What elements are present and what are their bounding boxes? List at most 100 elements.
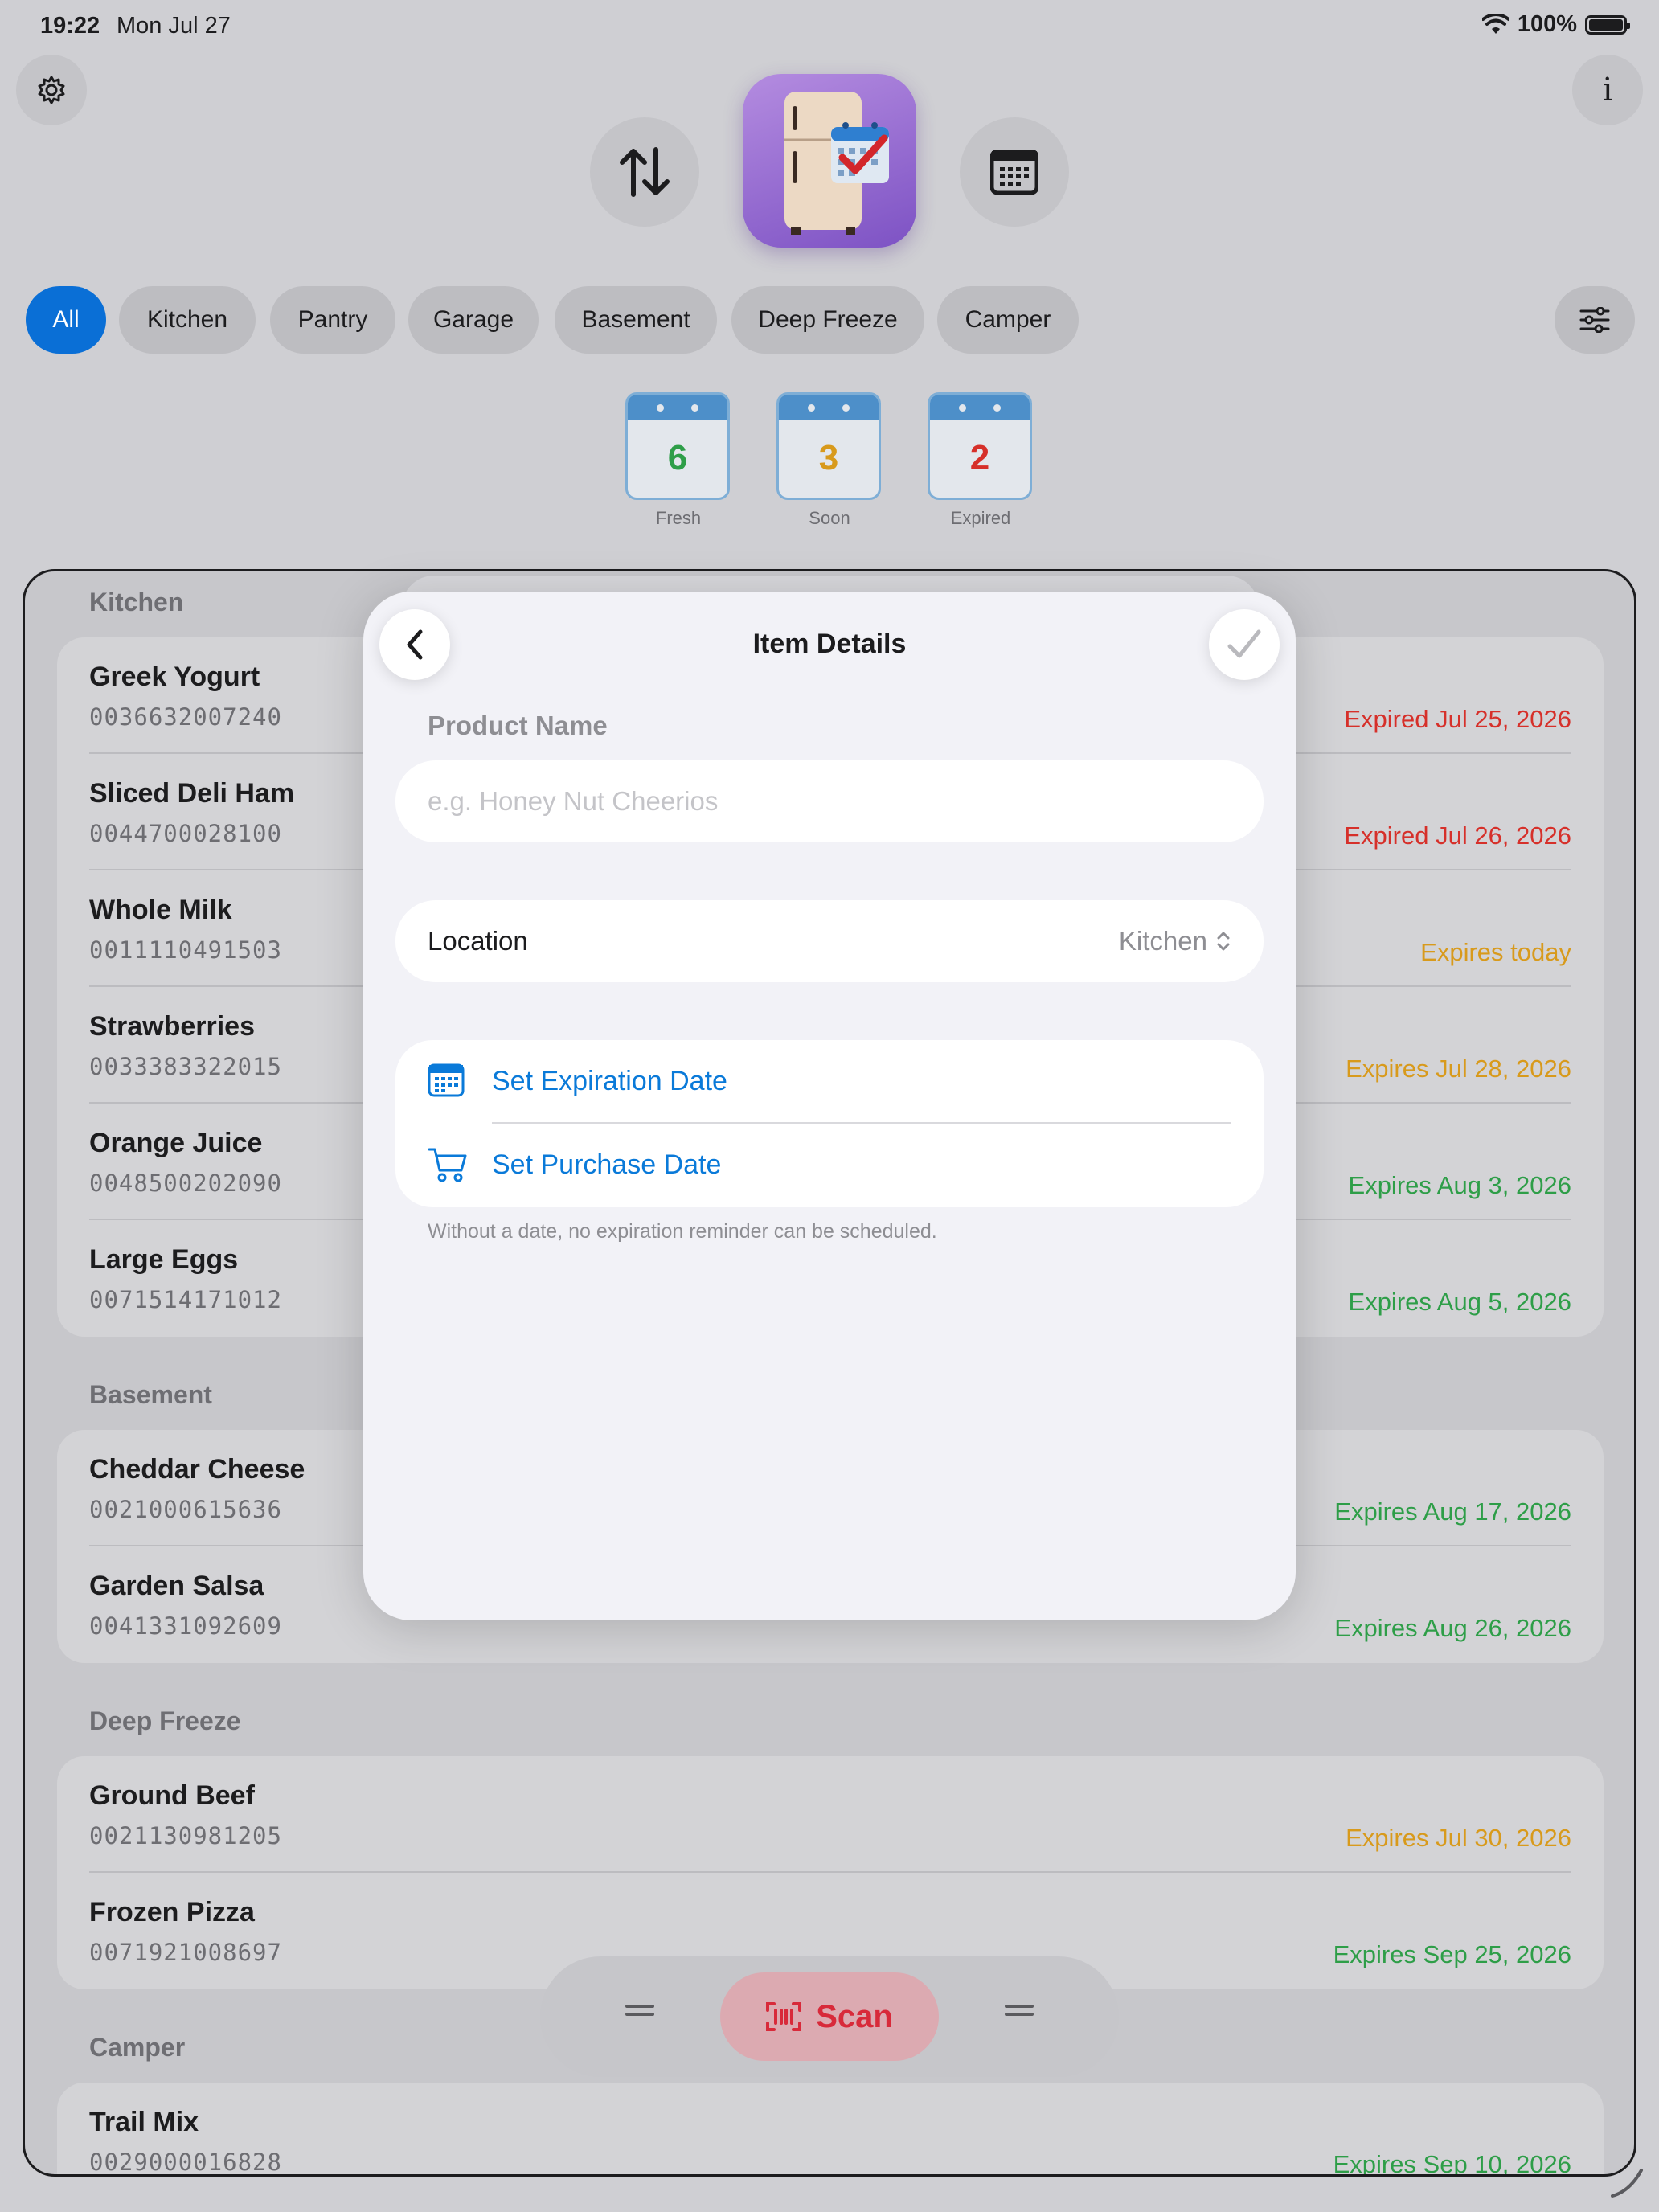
- battery-percent: 100%: [1517, 11, 1577, 37]
- item-barcode: 0071921008697: [89, 1939, 282, 1966]
- stat-fresh[interactable]: 6 Fresh: [625, 392, 731, 529]
- sort-arrows-icon: [620, 147, 670, 197]
- calendar-icon: [990, 150, 1038, 195]
- item-expiry: Expired Jul 26, 2026: [1344, 821, 1571, 850]
- item-name: Frozen Pizza: [89, 1897, 255, 1927]
- item-barcode: 0041331092609: [89, 1612, 282, 1640]
- location-label: Location: [428, 926, 528, 956]
- filter-chip-all[interactable]: All: [26, 286, 106, 354]
- item-expiry: Expires Aug 5, 2026: [1348, 1288, 1571, 1316]
- status-right: 100%: [1481, 11, 1630, 38]
- wifi-icon: [1481, 14, 1509, 34]
- fridge-calendar-icon: [784, 92, 889, 235]
- item-expiry: Expires today: [1420, 938, 1571, 966]
- item-expiry: Expired Jul 25, 2026: [1344, 705, 1571, 733]
- item-barcode: 0033383322015: [89, 1053, 282, 1080]
- cart-icon: [428, 1148, 467, 1182]
- filter-chip-basement[interactable]: Basement: [555, 286, 717, 354]
- calendar-button[interactable]: [960, 117, 1069, 227]
- left-menu-handle[interactable]: [625, 2005, 654, 2021]
- sort-button[interactable]: [590, 117, 699, 227]
- gear-icon: [38, 76, 65, 104]
- resize-handle-icon[interactable]: [1609, 2167, 1645, 2199]
- item-name: Garden Salsa: [89, 1571, 264, 1601]
- info-button[interactable]: i: [1572, 55, 1643, 125]
- info-icon: i: [1602, 72, 1613, 109]
- product-name-label: Product Name: [428, 711, 608, 740]
- set-purchase-date-row[interactable]: Set Purchase Date: [395, 1124, 1264, 1207]
- settings-button[interactable]: [16, 55, 87, 125]
- filter-chip-kitchen[interactable]: Kitchen: [119, 286, 256, 354]
- calendar-page-icon: 3: [776, 392, 881, 500]
- battery-icon: [1585, 14, 1630, 35]
- app-logo: [743, 74, 916, 248]
- item-details-sheet: Item Details Product Name Location Kitch…: [363, 592, 1296, 1620]
- section-group-camper: Trail Mix 0029000016828 Expires Sep 10, 20…: [57, 2083, 1604, 2177]
- item-name: Whole Milk: [89, 895, 232, 925]
- location-value-wrap: Kitchen: [1119, 926, 1231, 956]
- confirm-button[interactable]: [1209, 609, 1280, 680]
- stat-soon-count: 3: [818, 438, 839, 477]
- checkmark-icon: [1227, 629, 1261, 658]
- location-value: Kitchen: [1118, 926, 1207, 956]
- section-header-deep-freeze: Deep Freeze: [89, 1706, 241, 1735]
- item-expiry: Expires Jul 28, 2026: [1346, 1055, 1571, 1083]
- filter-chip-camper[interactable]: Camper: [937, 286, 1079, 354]
- section-header-kitchen: Kitchen: [89, 588, 184, 616]
- list-item[interactable]: Trail Mix 0029000016828 Expires Sep 10, 20…: [57, 2083, 1604, 2177]
- item-expiry: Expires Jul 30, 2026: [1346, 1824, 1571, 1852]
- set-purchase-label: Set Purchase Date: [492, 1149, 722, 1180]
- product-name-input[interactable]: [395, 760, 1264, 842]
- item-name: Ground Beef: [89, 1780, 255, 1811]
- section-group-deep-freeze: Ground Beef 0021130981205 Expires Jul 30, …: [57, 1756, 1604, 1989]
- section-header-camper: Camper: [89, 2033, 186, 2062]
- item-barcode: 0044700028100: [89, 820, 282, 847]
- stat-expired-count: 2: [969, 438, 990, 477]
- item-barcode: 0029000016828: [89, 2149, 282, 2176]
- calendar-icon: [428, 1063, 465, 1097]
- item-name: Cheddar Cheese: [89, 1454, 305, 1485]
- calendar-page-icon: 2: [928, 392, 1032, 500]
- filter-options-button[interactable]: [1555, 286, 1635, 354]
- calendar-page-icon: 6: [625, 392, 730, 500]
- status-date: Mon Jul 27: [117, 13, 231, 39]
- stat-expired[interactable]: 2 Expired: [928, 392, 1034, 529]
- status-bar: 19:22 Mon Jul 27 100%: [0, 0, 1659, 51]
- item-name: Sliced Deli Ham: [89, 778, 295, 809]
- product-name-field: [395, 760, 1264, 842]
- location-picker[interactable]: Location Kitchen: [395, 900, 1264, 982]
- filter-chip-deep-freeze[interactable]: Deep Freeze: [731, 286, 924, 354]
- sheet-title: Item Details: [752, 629, 907, 659]
- barcode-scan-icon: [766, 2002, 802, 2031]
- item-barcode: 0071514171012: [89, 1286, 282, 1313]
- chevron-up-down-icon: [1217, 932, 1230, 951]
- stat-soon[interactable]: 3 Soon: [776, 392, 883, 529]
- item-expiry: Expires Aug 17, 2026: [1334, 1497, 1571, 1526]
- set-expiration-label: Set Expiration Date: [492, 1066, 727, 1096]
- item-name: Orange Juice: [89, 1128, 263, 1158]
- item-expiry: Expires Sep 25, 2026: [1333, 1940, 1571, 1968]
- section-header-basement: Basement: [89, 1380, 212, 1409]
- right-menu-handle[interactable]: [1005, 2005, 1034, 2021]
- stat-expired-label: Expired: [950, 508, 1011, 528]
- scan-button[interactable]: Scan: [720, 1972, 939, 2061]
- scan-label: Scan: [816, 1998, 893, 2034]
- stat-fresh-label: Fresh: [655, 508, 702, 528]
- filter-chip-pantry[interactable]: Pantry: [270, 286, 395, 354]
- item-barcode: 0021130981205: [89, 1822, 282, 1849]
- item-name: Large Eggs: [89, 1244, 239, 1275]
- item-barcode: 0011110491503: [89, 936, 282, 964]
- set-expiration-date-row[interactable]: Set Expiration Date: [395, 1040, 1264, 1124]
- item-name: Strawberries: [89, 1011, 255, 1042]
- stat-soon-label: Soon: [809, 508, 850, 528]
- item-barcode: 0021000615636: [89, 1496, 282, 1523]
- item-expiry: Expires Sep 10, 2026: [1333, 2150, 1571, 2177]
- date-options-group: Set Expiration Date Set Purchase Date: [395, 1040, 1264, 1207]
- sliders-icon: [1579, 307, 1610, 333]
- item-name: Greek Yogurt: [89, 662, 260, 692]
- list-item[interactable]: Ground Beef 0021130981205 Expires Jul 30, …: [57, 1756, 1604, 1873]
- item-barcode: 0036632007240: [89, 703, 282, 731]
- item-barcode: 0048500202090: [89, 1169, 282, 1197]
- item-expiry: Expires Aug 3, 2026: [1348, 1171, 1571, 1199]
- filter-chip-garage[interactable]: Garage: [408, 286, 539, 354]
